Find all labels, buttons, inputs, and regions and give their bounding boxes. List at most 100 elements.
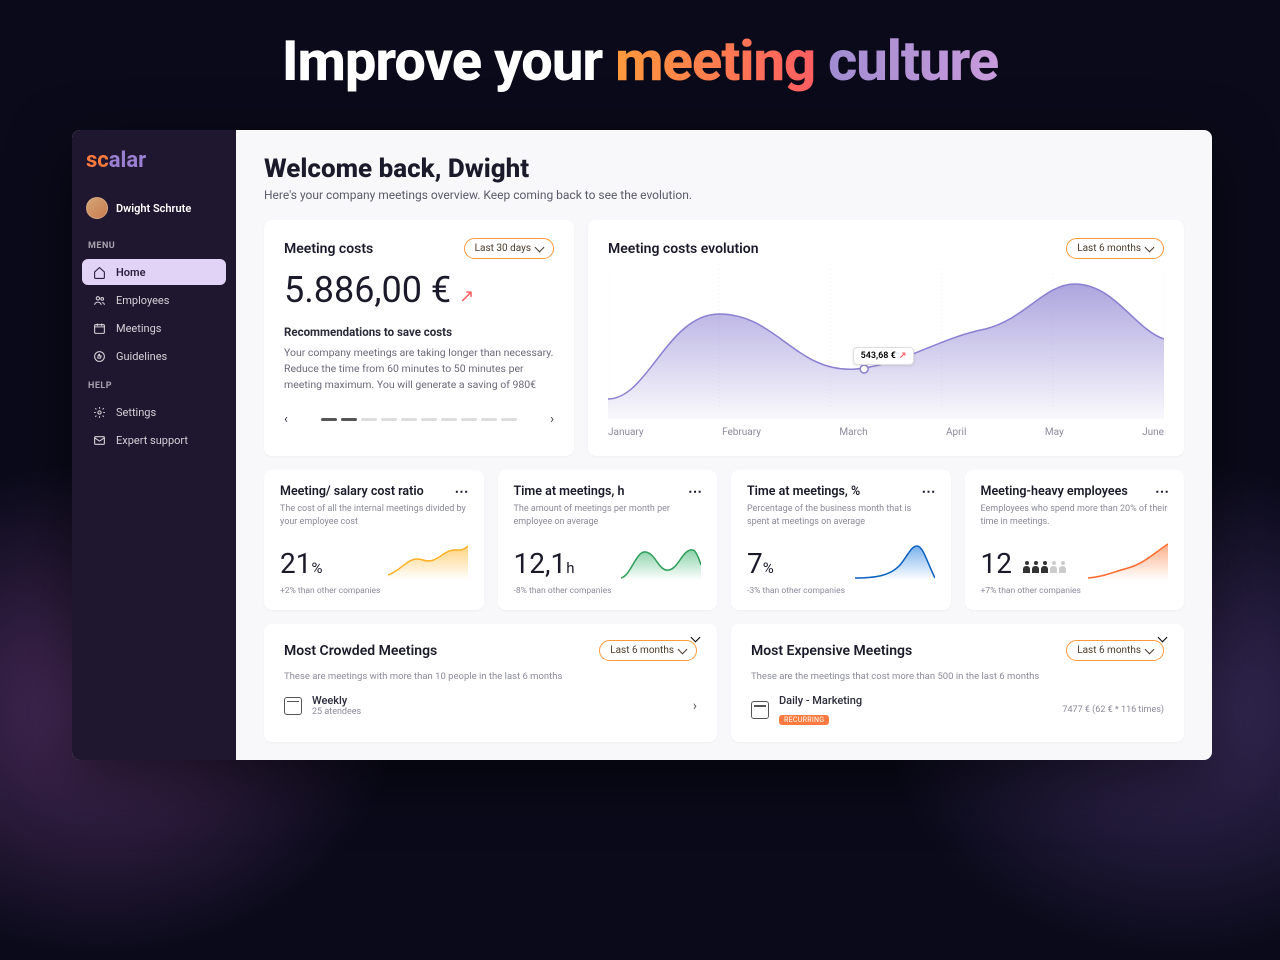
people-icon xyxy=(92,293,106,307)
sidebar-item-label: Home xyxy=(116,266,146,279)
card-subtitle: These are the meetings that cost more th… xyxy=(751,671,1164,682)
expensive-meetings-card: Most Expensive Meetings Last 6 months Th… xyxy=(731,624,1184,742)
sparkline xyxy=(388,540,468,580)
chart-tooltip: 543,68 € ↗ xyxy=(853,347,915,365)
meeting-list-item[interactable]: Weekly 25 atendees › xyxy=(284,694,697,717)
kpi-card-salary-ratio: ⋯ Meeting/ salary cost ratio The cost of… xyxy=(264,470,484,610)
kpi-delta: +2% than other companies xyxy=(280,586,468,596)
app-window: scalar Dwight Schrute MENU Home Employee… xyxy=(72,130,1212,760)
sidebar-item-settings[interactable]: Settings xyxy=(82,399,226,425)
range-selector[interactable]: Last 6 months xyxy=(599,640,697,661)
gear-icon xyxy=(92,405,106,419)
range-selector[interactable]: Last 6 months xyxy=(1066,238,1164,259)
page-subtitle: Here's your company meetings overview. K… xyxy=(264,188,1184,202)
pager-indicator[interactable] xyxy=(501,418,517,421)
chart-x-axis: January February March April May June xyxy=(608,427,1164,438)
card-title: Meeting costs evolution xyxy=(608,241,759,257)
kpi-title: Time at meetings, % xyxy=(747,484,935,499)
chevron-down-icon xyxy=(535,242,545,252)
pager-indicator[interactable] xyxy=(361,418,377,421)
calendar-icon xyxy=(751,701,769,719)
sidebar-item-guidelines[interactable]: Guidelines xyxy=(82,343,226,369)
logo: scalar xyxy=(82,148,226,173)
chevron-right-icon[interactable]: › xyxy=(693,698,697,714)
evolution-chart: 543,68 € ↗ xyxy=(608,269,1164,419)
meeting-name: Weekly xyxy=(312,694,683,707)
calendar-icon xyxy=(284,697,302,715)
sparkline xyxy=(1088,540,1168,580)
sidebar-item-label: Guidelines xyxy=(116,350,167,363)
meeting-list-item[interactable]: Daily - Marketing RECURRING 7477 € (62 €… xyxy=(751,694,1164,726)
card-title: Most Crowded Meetings xyxy=(284,643,437,659)
card-subtitle: These are meetings with more than 10 peo… xyxy=(284,671,697,682)
pager-indicator[interactable] xyxy=(461,418,477,421)
sidebar-item-support[interactable]: Expert support xyxy=(82,427,226,453)
sidebar-item-employees[interactable]: Employees xyxy=(82,287,226,313)
kpi-value: 12,1h xyxy=(514,547,575,580)
page-title: Welcome back, Dwight xyxy=(264,154,1184,184)
recommendation-body: Your company meetings are taking longer … xyxy=(284,345,554,392)
crowded-meetings-card: Most Crowded Meetings Last 6 months Thes… xyxy=(264,624,717,742)
pager-indicator[interactable] xyxy=(441,418,457,421)
more-icon[interactable]: ⋯ xyxy=(922,484,937,500)
kpi-desc: Percentage of the business month that is… xyxy=(747,503,935,528)
thumbs-up-icon xyxy=(92,349,106,363)
people-icons xyxy=(1023,561,1067,573)
kpi-value: 7% xyxy=(747,547,774,580)
kpi-title: Meeting-heavy employees xyxy=(981,484,1169,499)
sidebar-item-label: Meetings xyxy=(116,322,161,335)
range-selector[interactable]: Last 6 months xyxy=(1066,640,1164,661)
pager-next[interactable]: › xyxy=(550,412,554,427)
meeting-cost: 7477 € (62 € * 116 times) xyxy=(1062,705,1164,715)
menu-section-label: MENU xyxy=(88,241,226,251)
pager-indicator[interactable] xyxy=(381,418,397,421)
kpi-card-time-percent: ⋯ Time at meetings, % Percentage of the … xyxy=(731,470,951,610)
kpi-title: Meeting/ salary cost ratio xyxy=(280,484,468,499)
collapse-toggle[interactable] xyxy=(1155,622,1170,649)
pager-indicator[interactable] xyxy=(321,418,337,421)
trend-up-icon: ↗ xyxy=(459,286,474,307)
range-selector[interactable]: Last 30 days xyxy=(464,238,554,259)
kpi-value: 21% xyxy=(280,547,322,580)
sidebar: scalar Dwight Schrute MENU Home Employee… xyxy=(72,130,236,760)
trend-up-icon: ↗ xyxy=(899,351,907,361)
card-title: Meeting costs xyxy=(284,241,373,257)
recommendation-pager: ‹ › xyxy=(284,412,554,427)
more-icon[interactable]: ⋯ xyxy=(1155,484,1170,500)
kpi-card-heavy-employees: ⋯ Meeting-heavy employees Eemployees who… xyxy=(965,470,1185,610)
more-icon[interactable]: ⋯ xyxy=(688,484,703,500)
collapse-toggle[interactable] xyxy=(688,622,703,649)
pager-indicator[interactable] xyxy=(481,418,497,421)
menu-section-label: HELP xyxy=(88,381,226,391)
avatar xyxy=(86,197,108,219)
user-name-label: Dwight Schrute xyxy=(116,202,191,215)
kpi-title: Time at meetings, h xyxy=(514,484,702,499)
sparkline xyxy=(855,540,935,580)
meeting-name: Daily - Marketing xyxy=(779,694,1052,707)
more-icon[interactable]: ⋯ xyxy=(455,484,470,500)
kpi-delta: +7% than other companies xyxy=(981,586,1169,596)
main-content: Welcome back, Dwight Here's your company… xyxy=(236,130,1212,760)
kpi-delta: -8% than other companies xyxy=(514,586,702,596)
calendar-icon xyxy=(92,321,106,335)
kpi-delta: -3% than other companies xyxy=(747,586,935,596)
recommendation-title: Recommendations to save costs xyxy=(284,325,554,339)
chevron-down-icon xyxy=(678,644,688,654)
pager-indicator[interactable] xyxy=(421,418,437,421)
meeting-meta: 25 atendees xyxy=(312,707,683,717)
evolution-card: Meeting costs evolution Last 6 months xyxy=(588,220,1184,456)
sidebar-item-meetings[interactable]: Meetings xyxy=(82,315,226,341)
kpi-value: 12 xyxy=(981,547,1067,580)
pager-indicator[interactable] xyxy=(401,418,417,421)
kpi-desc: Eemployees who spend more than 20% of th… xyxy=(981,503,1169,528)
user-row[interactable]: Dwight Schrute xyxy=(82,193,226,223)
sidebar-item-home[interactable]: Home xyxy=(82,259,226,285)
kpi-desc: The amount of meetings per month per emp… xyxy=(514,503,702,528)
card-title: Most Expensive Meetings xyxy=(751,643,912,659)
sidebar-item-label: Settings xyxy=(116,406,156,419)
sparkline xyxy=(621,540,701,580)
chevron-down-icon xyxy=(1145,644,1155,654)
recurring-badge: RECURRING xyxy=(779,715,829,725)
meeting-costs-card: Meeting costs Last 30 days 5.886,00 € ↗ … xyxy=(264,220,574,456)
pager-indicator[interactable] xyxy=(341,418,357,421)
